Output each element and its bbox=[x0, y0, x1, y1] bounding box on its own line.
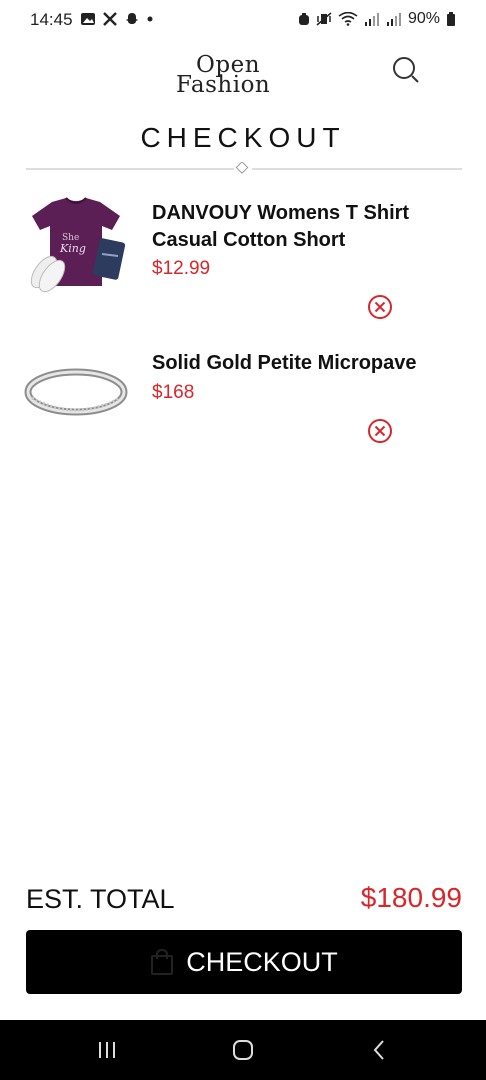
back-icon bbox=[373, 1040, 384, 1060]
total-value: $180.99 bbox=[360, 882, 462, 913]
notification-icons bbox=[80, 11, 154, 27]
brand-logo[interactable]: Open Fashion bbox=[176, 52, 296, 98]
total-row: EST. TOTAL $180.99 bbox=[26, 880, 462, 920]
page-title: CHECKOUT bbox=[140, 122, 346, 153]
title-divider bbox=[26, 162, 462, 174]
remove-item-icon[interactable] bbox=[367, 294, 393, 320]
product-thumbnail[interactable]: She King bbox=[22, 194, 130, 294]
checkout-button-content: CHECKOUT bbox=[150, 947, 338, 978]
shopping-bag-icon bbox=[151, 949, 174, 975]
item-name[interactable]: Solid Gold Petite Micropave bbox=[152, 350, 462, 377]
home-icon bbox=[233, 1040, 253, 1060]
wifi-icon bbox=[338, 12, 358, 26]
alarm-icon bbox=[298, 13, 309, 25]
checkout-button[interactable]: CHECKOUT bbox=[26, 930, 462, 994]
signal-icon bbox=[364, 13, 379, 26]
system-navigation-bar bbox=[0, 1020, 486, 1080]
checkout-button-label: CHECKOUT bbox=[186, 946, 338, 977]
item-price: $12.99 bbox=[152, 258, 211, 279]
search-button[interactable] bbox=[388, 52, 424, 88]
recent-apps-button[interactable] bbox=[87, 1034, 127, 1066]
logo-line-2: Fashion bbox=[176, 72, 271, 98]
signal-icon-2 bbox=[386, 13, 401, 26]
search-icon bbox=[393, 57, 419, 83]
remove-item-icon[interactable] bbox=[367, 418, 393, 444]
home-button[interactable] bbox=[223, 1034, 263, 1066]
snapchat-icon bbox=[126, 13, 138, 24]
x-icon bbox=[103, 12, 117, 26]
gallery-icon bbox=[81, 13, 95, 25]
recent-apps-icon bbox=[99, 1042, 115, 1058]
cart-item: Solid Gold Petite Micropave $168 bbox=[0, 340, 486, 480]
vibrate-icon bbox=[316, 12, 332, 26]
back-button[interactable] bbox=[359, 1034, 399, 1066]
status-time: 14:45 bbox=[30, 10, 73, 29]
total-label: EST. TOTAL bbox=[26, 884, 175, 914]
product-thumbnail[interactable] bbox=[22, 340, 130, 440]
app-header: Open Fashion bbox=[0, 40, 486, 110]
item-price: $168 bbox=[152, 382, 195, 403]
title-section: CHECKOUT bbox=[0, 118, 486, 174]
battery-icon bbox=[447, 12, 455, 26]
svg-text:King: King bbox=[59, 242, 86, 255]
battery-percent: 90% bbox=[407, 10, 440, 27]
dot-icon bbox=[147, 16, 153, 22]
cart-item: She King DANVOUY Womens T Shirt Casual C… bbox=[0, 190, 486, 330]
system-status: 90% bbox=[298, 10, 456, 28]
item-name[interactable]: DANVOUY Womens T Shirt Casual Cotton Sho… bbox=[152, 200, 462, 254]
status-bar: 14:45 90% bbox=[0, 0, 486, 40]
